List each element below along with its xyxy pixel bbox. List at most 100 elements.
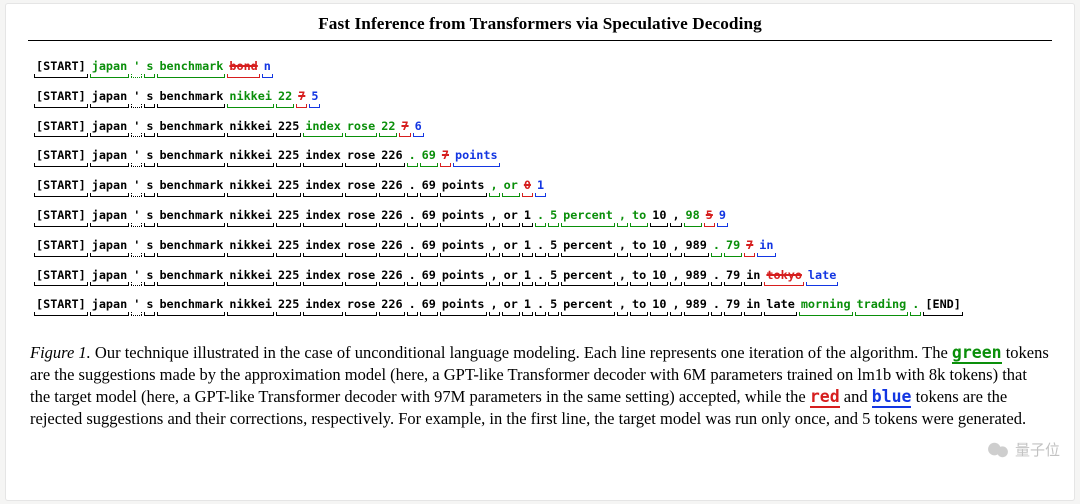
token: 225 bbox=[276, 180, 301, 197]
token: rose bbox=[345, 270, 377, 287]
token-row: [START]japan'sbenchmarknikkei2275 bbox=[34, 91, 1046, 108]
token: 22 bbox=[276, 91, 294, 108]
token: 5 bbox=[704, 210, 715, 227]
token: . bbox=[910, 299, 921, 316]
token: [END] bbox=[923, 299, 963, 316]
token: 5 bbox=[309, 91, 320, 108]
token: nikkei bbox=[227, 180, 274, 197]
token: 226 bbox=[379, 299, 404, 316]
token: 7 bbox=[399, 121, 410, 138]
token: , bbox=[670, 270, 681, 287]
token: nikkei bbox=[227, 121, 274, 138]
token: benchmark bbox=[157, 299, 225, 316]
token: benchmark bbox=[157, 240, 225, 257]
token: 69 bbox=[420, 299, 438, 316]
watermark-text: 量子位 bbox=[1015, 439, 1060, 460]
token: ' bbox=[131, 91, 142, 108]
keyword-blue: blue bbox=[872, 387, 912, 408]
token: points bbox=[440, 210, 487, 227]
token: 225 bbox=[276, 240, 301, 257]
token: , bbox=[489, 210, 500, 227]
token: index bbox=[303, 180, 343, 197]
token: points bbox=[440, 180, 487, 197]
token: 79 bbox=[724, 299, 742, 316]
token: 69 bbox=[420, 180, 438, 197]
token: [START] bbox=[34, 61, 88, 78]
token: 5 bbox=[548, 210, 559, 227]
token: . bbox=[711, 240, 722, 257]
token: rose bbox=[345, 299, 377, 316]
paper-title: Fast Inference from Transformers via Spe… bbox=[28, 14, 1052, 41]
wechat-icon bbox=[987, 441, 1009, 459]
token: nikkei bbox=[227, 210, 274, 227]
token: to bbox=[630, 210, 648, 227]
token: s bbox=[144, 121, 155, 138]
token: . bbox=[407, 180, 418, 197]
token: 226 bbox=[379, 180, 404, 197]
token: , bbox=[489, 270, 500, 287]
token: [START] bbox=[34, 270, 88, 287]
token: s bbox=[144, 180, 155, 197]
token: tokyo bbox=[764, 270, 804, 287]
token: , bbox=[617, 210, 628, 227]
token: in bbox=[744, 270, 762, 287]
token: s bbox=[144, 299, 155, 316]
token: nikkei bbox=[227, 150, 274, 167]
token: 5 bbox=[548, 240, 559, 257]
keyword-green: green bbox=[952, 343, 1002, 364]
token: 69 bbox=[420, 270, 438, 287]
token: 79 bbox=[724, 240, 742, 257]
token: benchmark bbox=[157, 210, 225, 227]
token: 226 bbox=[379, 210, 404, 227]
token: 98 bbox=[684, 210, 702, 227]
token: points bbox=[440, 240, 487, 257]
token: or bbox=[502, 180, 520, 197]
token: in bbox=[744, 299, 762, 316]
token: 10 bbox=[650, 240, 668, 257]
token: . bbox=[535, 240, 546, 257]
token: 69 bbox=[420, 210, 438, 227]
token: 69 bbox=[420, 150, 438, 167]
token: 226 bbox=[379, 240, 404, 257]
token: 1 bbox=[522, 210, 533, 227]
token: . bbox=[407, 240, 418, 257]
token: percent bbox=[561, 299, 615, 316]
token: index bbox=[303, 210, 343, 227]
token: [START] bbox=[34, 150, 88, 167]
token: rose bbox=[345, 180, 377, 197]
token: 989 bbox=[684, 299, 709, 316]
token-row: [START]japan'sbenchmarknikkei225indexros… bbox=[34, 121, 1046, 138]
token: japan bbox=[90, 180, 130, 197]
token: 226 bbox=[379, 150, 404, 167]
token: benchmark bbox=[157, 61, 225, 78]
token: , bbox=[489, 180, 500, 197]
token: 7 bbox=[440, 150, 451, 167]
token: 79 bbox=[724, 270, 742, 287]
token: . bbox=[407, 270, 418, 287]
token: 10 bbox=[650, 299, 668, 316]
token: ' bbox=[131, 121, 142, 138]
token: , bbox=[670, 240, 681, 257]
token: 9 bbox=[717, 210, 728, 227]
token: 225 bbox=[276, 121, 301, 138]
token-row: [START]japan'sbenchmarknikkei225indexros… bbox=[34, 180, 1046, 197]
token: , bbox=[670, 210, 681, 227]
token: 6 bbox=[413, 121, 424, 138]
token: , bbox=[670, 299, 681, 316]
token: s bbox=[144, 240, 155, 257]
token: 5 bbox=[548, 270, 559, 287]
token: [START] bbox=[34, 91, 88, 108]
token: 5 bbox=[548, 299, 559, 316]
token: [START] bbox=[34, 180, 88, 197]
token: [START] bbox=[34, 121, 88, 138]
token: points bbox=[453, 150, 500, 167]
token: trading bbox=[855, 299, 909, 316]
token-row: [START]japan'sbenchmarknikkei225indexros… bbox=[34, 150, 1046, 167]
token: . bbox=[711, 270, 722, 287]
token: nikkei bbox=[227, 299, 274, 316]
token: , bbox=[489, 299, 500, 316]
token: rose bbox=[345, 150, 377, 167]
token: 1 bbox=[522, 270, 533, 287]
token: percent bbox=[561, 210, 615, 227]
token: 225 bbox=[276, 150, 301, 167]
